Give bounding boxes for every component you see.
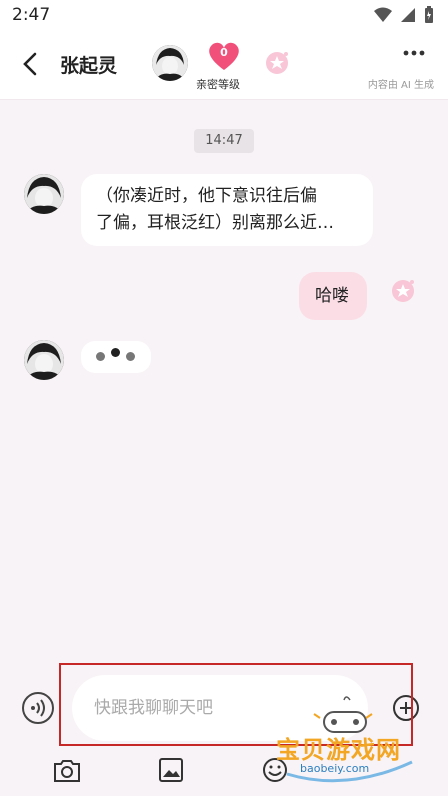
voice-button[interactable] (22, 692, 54, 724)
voice-icon (31, 699, 45, 717)
user-message-text: 哈喽 (315, 286, 349, 306)
chat-header: 张起灵 0 亲密等级 内容由 AI 生成 (0, 30, 448, 100)
typing-dot (96, 352, 105, 361)
ai-generated-note: 内容由 AI 生成 (367, 80, 434, 91)
bot-message-line: 了偏，耳根泛红）别离那么近… (96, 213, 334, 233)
avatar-image (152, 45, 188, 81)
intimacy-label: 亲密等级 (196, 78, 240, 91)
watermark-text: 宝贝游戏网 (276, 736, 401, 764)
status-bar: 2:47 (0, 0, 448, 30)
bot-avatar[interactable] (24, 340, 64, 380)
wifi-icon (374, 7, 392, 22)
bot-avatar[interactable] (24, 174, 64, 214)
message-timestamp: 14:47 (194, 129, 254, 153)
user-message-bubble: 哈喽 (299, 272, 367, 320)
back-icon[interactable] (18, 50, 44, 78)
user-avatar-icon[interactable] (388, 276, 418, 306)
bot-message-line: （你凑近时，他下意识往后偏 (96, 186, 317, 206)
chat-title: 张起灵 (60, 55, 118, 77)
camera-icon[interactable] (52, 756, 82, 784)
signal-icon (401, 8, 415, 22)
bot-avatar-image (24, 174, 64, 214)
status-time: 2:47 (12, 5, 51, 25)
intimacy-value: 0 (220, 46, 228, 59)
typing-indicator (81, 341, 151, 373)
image-icon[interactable] (156, 756, 186, 784)
battery-icon (425, 6, 433, 23)
ai-character-icon[interactable] (262, 48, 292, 78)
typing-dot (111, 348, 120, 357)
status-icons (374, 6, 434, 24)
watermark-url: baobeiy.com (300, 762, 370, 775)
more-icon[interactable] (402, 46, 426, 60)
avatar[interactable] (152, 45, 188, 81)
typing-dot (126, 352, 135, 361)
bot-message-bubble: （你凑近时，他下意识往后偏 了偏，耳根泛红）别离那么近… (81, 174, 373, 246)
bot-avatar-image (24, 340, 64, 380)
